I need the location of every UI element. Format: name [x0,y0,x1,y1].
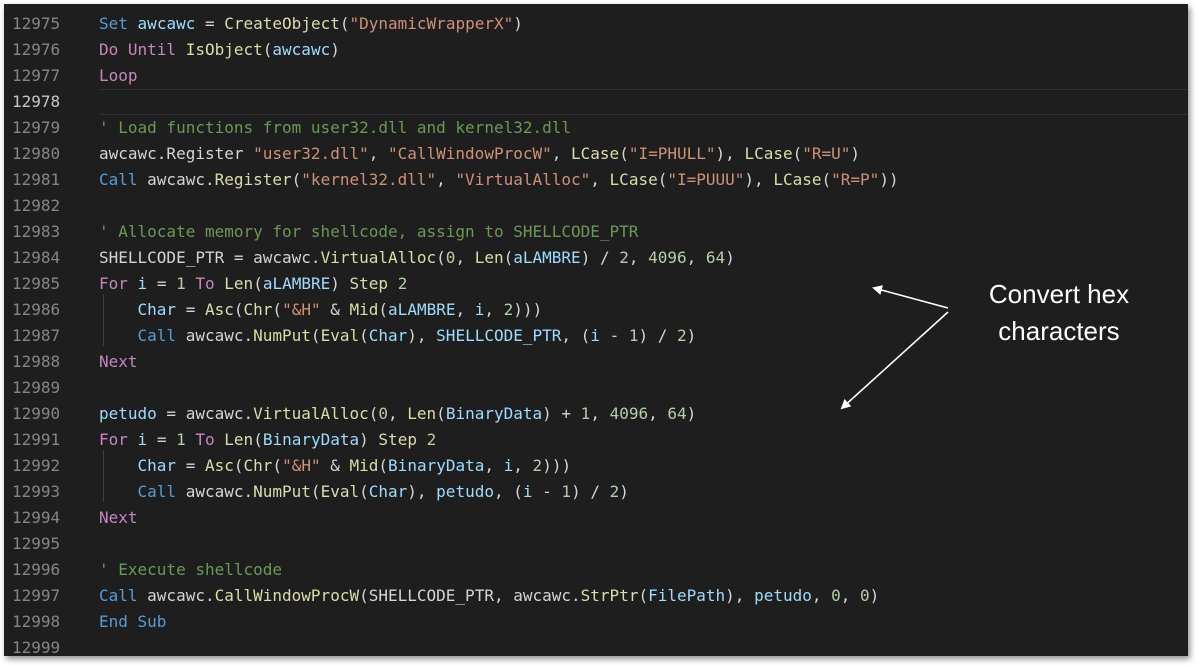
arrow-to-second-loop [840,311,949,410]
arrow-to-first-loop [872,285,949,309]
code-editor[interactable]: 12975 Set awcawc = CreateObject("DynamicW… [4,4,1188,656]
annotation-label: Convert hex characters [964,276,1154,350]
annotation-line-2: characters [998,316,1120,346]
annotation-line-1: Convert hex [988,279,1130,309]
